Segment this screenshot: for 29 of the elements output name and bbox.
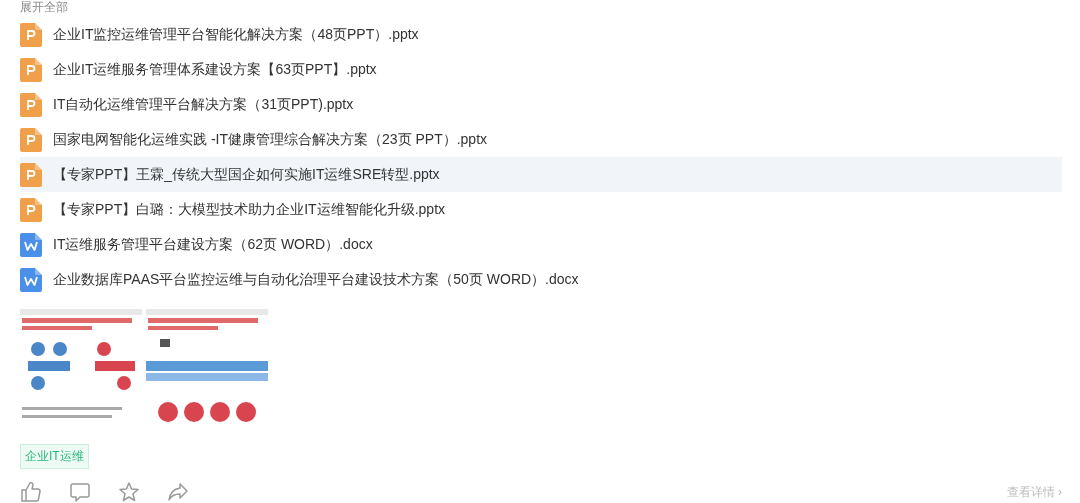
star-icon[interactable] [118,481,140,503]
file-name: 企业IT监控运维管理平台智能化解决方案（48页PPT）.pptx [53,25,419,44]
presentation-file-icon [20,57,42,82]
presentation-file-icon [20,92,42,117]
presentation-file-icon [20,127,42,152]
file-row[interactable]: IT自动化运维管理平台解决方案（31页PPT).pptx [20,87,1062,122]
file-name: 【专家PPT】王霖_传统大型国企如何实施IT运维SRE转型.pptx [53,165,440,184]
file-name: 企业数据库PAAS平台监控运维与自动化治理平台建设技术方案（50页 WORD）.docx [53,270,579,289]
file-row[interactable]: 企业数据库PAAS平台监控运维与自动化治理平台建设技术方案（50页 WORD）.docx [20,262,1062,297]
file-row[interactable]: 【专家PPT】白璐：大模型技术助力企业IT运维智能化升级.pptx [20,192,1062,227]
file-name: IT运维服务管理平台建设方案（62页 WORD）.docx [53,235,373,254]
document-file-icon [20,267,42,292]
share-icon[interactable] [167,481,189,503]
presentation-file-icon [20,197,42,222]
file-row[interactable]: 国家电网智能化运维实践 -IT健康管理综合解决方案（23页 PPT）.pptx [20,122,1062,157]
document-file-icon [20,232,42,257]
comment-icon[interactable] [69,481,91,503]
expand-all-link[interactable]: 展开全部 [20,0,68,14]
file-row[interactable]: IT运维服务管理平台建设方案（62页 WORD）.docx [20,227,1062,262]
presentation-file-icon [20,22,42,47]
file-row[interactable]: 企业IT运维服务管理体系建设方案【63页PPT】.pptx [20,52,1062,87]
like-icon[interactable] [20,481,42,503]
file-row[interactable]: 企业IT监控运维管理平台智能化解决方案（48页PPT）.pptx [20,17,1062,52]
file-name: 【专家PPT】白璐：大模型技术助力企业IT运维智能化升级.pptx [53,200,446,219]
file-row[interactable]: 【专家PPT】王霖_传统大型国企如何实施IT运维SRE转型.pptx [20,157,1062,192]
file-name: 国家电网智能化运维实践 -IT健康管理综合解决方案（23页 PPT）.pptx [53,130,488,149]
file-name: 企业IT运维服务管理体系建设方案【63页PPT】.pptx [53,60,377,79]
file-name: IT自动化运维管理平台解决方案（31页PPT).pptx [53,95,354,114]
presentation-file-icon [20,162,42,187]
